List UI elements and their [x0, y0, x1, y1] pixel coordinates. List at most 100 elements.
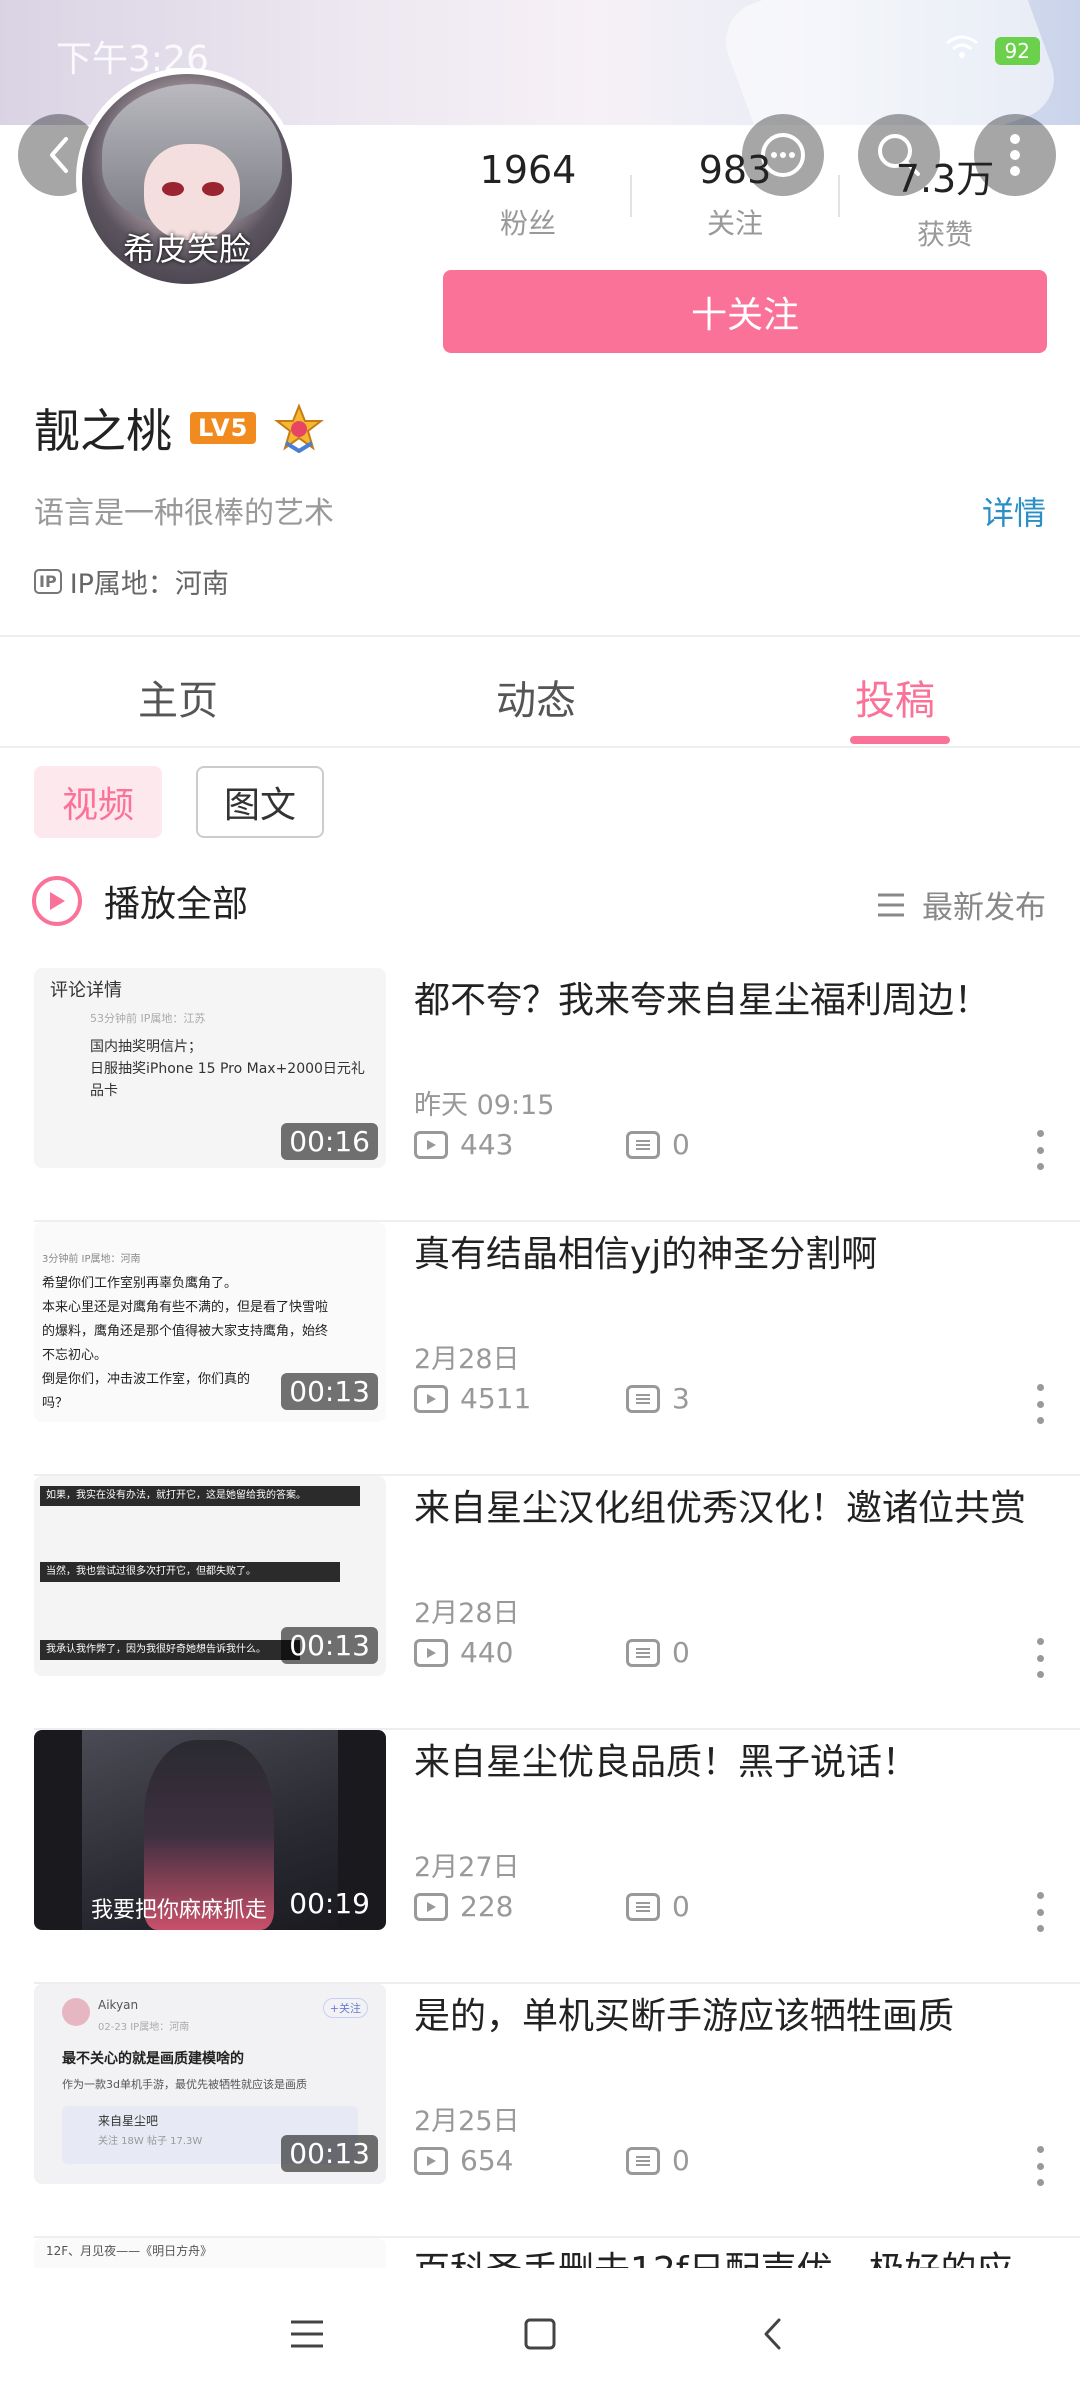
video-duration: 00:13 — [281, 1373, 378, 1410]
home-button[interactable] — [500, 2294, 580, 2374]
video-list: 评论详情 53分钟前 IP属地：江苏 国内抽奖明信片； 日服抽奖iPhone 1… — [0, 968, 1080, 2268]
battery-icon: 92 — [994, 36, 1040, 65]
name-row: 靓之桃 LV5 — [34, 395, 325, 461]
filter-video-chip[interactable]: 视频 — [34, 766, 162, 838]
chevron-left-icon — [764, 2318, 781, 2350]
video-more-icon[interactable] — [1036, 1638, 1044, 1678]
video-item[interactable]: 评论详情 53分钟前 IP属地：江苏 国内抽奖明信片； 日服抽奖iPhone 1… — [0, 968, 1080, 1222]
video-thumbnail[interactable]: 我要把你麻麻抓走 00:19 — [34, 1730, 386, 1930]
ip-location-text: IP属地：河南 — [69, 569, 229, 600]
avatar[interactable]: 希皮笑脸 — [76, 68, 298, 290]
thumb-text: 希望你们工作室别再辜负鹰角了。 — [42, 1276, 238, 1291]
likes-stat[interactable]: 7.3万 获赞 — [855, 148, 1035, 253]
video-title[interactable]: 真有结晶相信yj的神圣分割啊 — [414, 1230, 1054, 1280]
thumb-text: 53分钟前 IP属地：江苏 — [90, 1012, 206, 1025]
nav-back-button[interactable] — [733, 2294, 813, 2374]
video-more-icon[interactable] — [1036, 2146, 1044, 2186]
video-title[interactable]: 都不夸？我来夸来自星尘福利周边！ — [414, 976, 1054, 1026]
likes-label: 获赞 — [916, 218, 973, 251]
thumb-text: 评论详情 — [50, 980, 122, 1001]
thumb-text: 12F、月见夜——《明日方舟》 — [46, 2244, 213, 2258]
view-count: 654 — [460, 2144, 514, 2177]
thumb-text: 02-23 IP属地：河南 — [98, 2022, 190, 2033]
play-count-icon — [414, 2146, 448, 2175]
video-title[interactable]: 百科圣手删去12f日配声优，极好的应 — [414, 2246, 1054, 2268]
video-date: 2月28日 — [414, 1598, 520, 1629]
ip-icon: IP — [34, 569, 62, 594]
comment-count: 0 — [672, 1890, 690, 1923]
following-stat[interactable]: 983 关注 — [645, 148, 825, 242]
video-title[interactable]: 来自星尘优良品质！黑子说话！ — [414, 1738, 1054, 1788]
tab-posts[interactable]: 投稿 — [855, 668, 935, 726]
recent-apps-button[interactable] — [267, 2294, 347, 2374]
thumb-text: 来自星尘吧 — [98, 2114, 159, 2128]
tab-dynamic[interactable]: 动态 — [496, 668, 576, 726]
home-square-icon — [524, 2318, 556, 2350]
follow-button[interactable]: 十关注 — [443, 270, 1047, 353]
comment-count: 0 — [672, 1636, 690, 1669]
view-count: 440 — [460, 1636, 514, 1669]
thumb-text: 国内抽奖明信片； — [90, 1039, 202, 1055]
thumb-text: 日服抽奖iPhone 15 Pro Max+2000日元礼 — [90, 1061, 365, 1077]
view-count: 443 — [460, 1128, 514, 1161]
thumb-text: 不忘初心。 — [42, 1348, 108, 1363]
play-count-icon — [414, 1130, 448, 1159]
video-stats: 654 0 — [414, 2144, 690, 2177]
thumb-text: 关注 18W 帖子 17.3W — [98, 2136, 203, 2147]
comment-count-icon — [626, 1384, 660, 1413]
video-duration: 00:13 — [281, 1627, 378, 1664]
chevron-left-icon — [50, 137, 68, 173]
video-thumbnail[interactable]: 12F、月见夜——《明日方舟》 — [34, 2238, 386, 2268]
video-item[interactable]: 12F、月见夜——《明日方舟》 百科圣手删去12f日配声优，极好的应 — [0, 2238, 1080, 2268]
video-date: 2月27日 — [414, 1852, 520, 1883]
video-item[interactable]: 如果，我实在没有办法，就打开它，这是她留给我的答案。 当然，我也尝试过很多次打开… — [0, 1476, 1080, 1730]
video-item[interactable]: Aikyan +关注 02-23 IP属地：河南 最不关心的就是画质建模啥的 作… — [0, 1984, 1080, 2238]
play-count-icon — [414, 1892, 448, 1921]
sort-lines-icon — [878, 893, 904, 916]
system-nav-bar — [0, 2268, 1080, 2400]
medal-icon[interactable] — [274, 403, 325, 453]
thumb-text: +关注 — [322, 1998, 368, 2018]
avatar-caption: 希皮笑脸 — [122, 230, 251, 268]
thumb-text: 3分钟前 IP属地：河南 — [42, 1254, 141, 1265]
video-thumbnail[interactable]: 如果，我实在没有办法，就打开它，这是她留给我的答案。 当然，我也尝试过很多次打开… — [34, 1476, 386, 1676]
filter-image-text-chip[interactable]: 图文 — [196, 766, 324, 838]
thumb-text: 本来心里还是对鹰角有些不满的，但是看了快雪啦 — [42, 1300, 329, 1315]
video-more-icon[interactable] — [1036, 1384, 1044, 1424]
ip-location: IP IP属地：河南 — [34, 562, 229, 601]
video-thumbnail[interactable]: 评论详情 53分钟前 IP属地：江苏 国内抽奖明信片； 日服抽奖iPhone 1… — [34, 968, 386, 1168]
play-count-icon — [414, 1384, 448, 1413]
video-thumbnail[interactable]: Aikyan +关注 02-23 IP属地：河南 最不关心的就是画质建模啥的 作… — [34, 1984, 386, 2184]
video-stats: 4511 3 — [414, 1382, 690, 1415]
thumb-text: 我承认我作弊了，因为我很好奇她想告诉我什么。 — [40, 1640, 300, 1660]
video-thumbnail[interactable]: 3分钟前 IP属地：河南 希望你们工作室别再辜负鹰角了。 本来心里还是对鹰角有些… — [34, 1222, 386, 1422]
thumb-text: 倒是你们，冲击波工作室，你们真的 — [42, 1372, 251, 1387]
video-more-icon[interactable] — [1036, 1130, 1044, 1170]
video-stats: 440 0 — [414, 1636, 690, 1669]
comment-count: 3 — [672, 1382, 690, 1415]
video-title[interactable]: 是的，单机买断手游应该牺牲画质 — [414, 1992, 1054, 2042]
fans-stat[interactable]: 1964 粉丝 — [438, 148, 618, 242]
video-date: 2月25日 — [414, 2106, 520, 2137]
level-badge[interactable]: LV5 — [190, 412, 257, 444]
sort-button[interactable]: 最新发布 — [876, 882, 1046, 927]
thumb-text: 品卡 — [90, 1083, 118, 1099]
thumb-text: Aikyan — [98, 1998, 139, 2012]
follow-button-label: 十关注 — [690, 294, 799, 336]
view-count: 4511 — [460, 1382, 532, 1415]
tab-active-indicator — [850, 736, 950, 744]
stat-divider — [838, 175, 840, 217]
view-count: 228 — [460, 1890, 514, 1923]
video-stats: 443 0 — [414, 1128, 690, 1161]
tab-home[interactable]: 主页 — [138, 668, 218, 726]
video-title[interactable]: 来自星尘汉化组优秀汉化！邀诸位共赏 — [414, 1484, 1054, 1534]
comment-count: 0 — [672, 1128, 690, 1161]
video-more-icon[interactable] — [1036, 1892, 1044, 1932]
play-all-button[interactable]: 播放全部 — [32, 875, 248, 927]
thumb-text: 的爆料，鹰角还是那个值得被大家支持鹰角，始终 — [42, 1324, 329, 1339]
video-item[interactable]: 3分钟前 IP属地：河南 希望你们工作室别再辜负鹰角了。 本来心里还是对鹰角有些… — [0, 1222, 1080, 1476]
video-item[interactable]: 我要把你麻麻抓走 00:19 来自星尘优良品质！黑子说话！ 2月27日 228 … — [0, 1730, 1080, 1984]
details-link[interactable]: 详情 — [982, 488, 1046, 534]
video-duration: 00:16 — [281, 1123, 378, 1160]
bio-text: 语言是一种很棒的艺术 — [34, 496, 334, 531]
